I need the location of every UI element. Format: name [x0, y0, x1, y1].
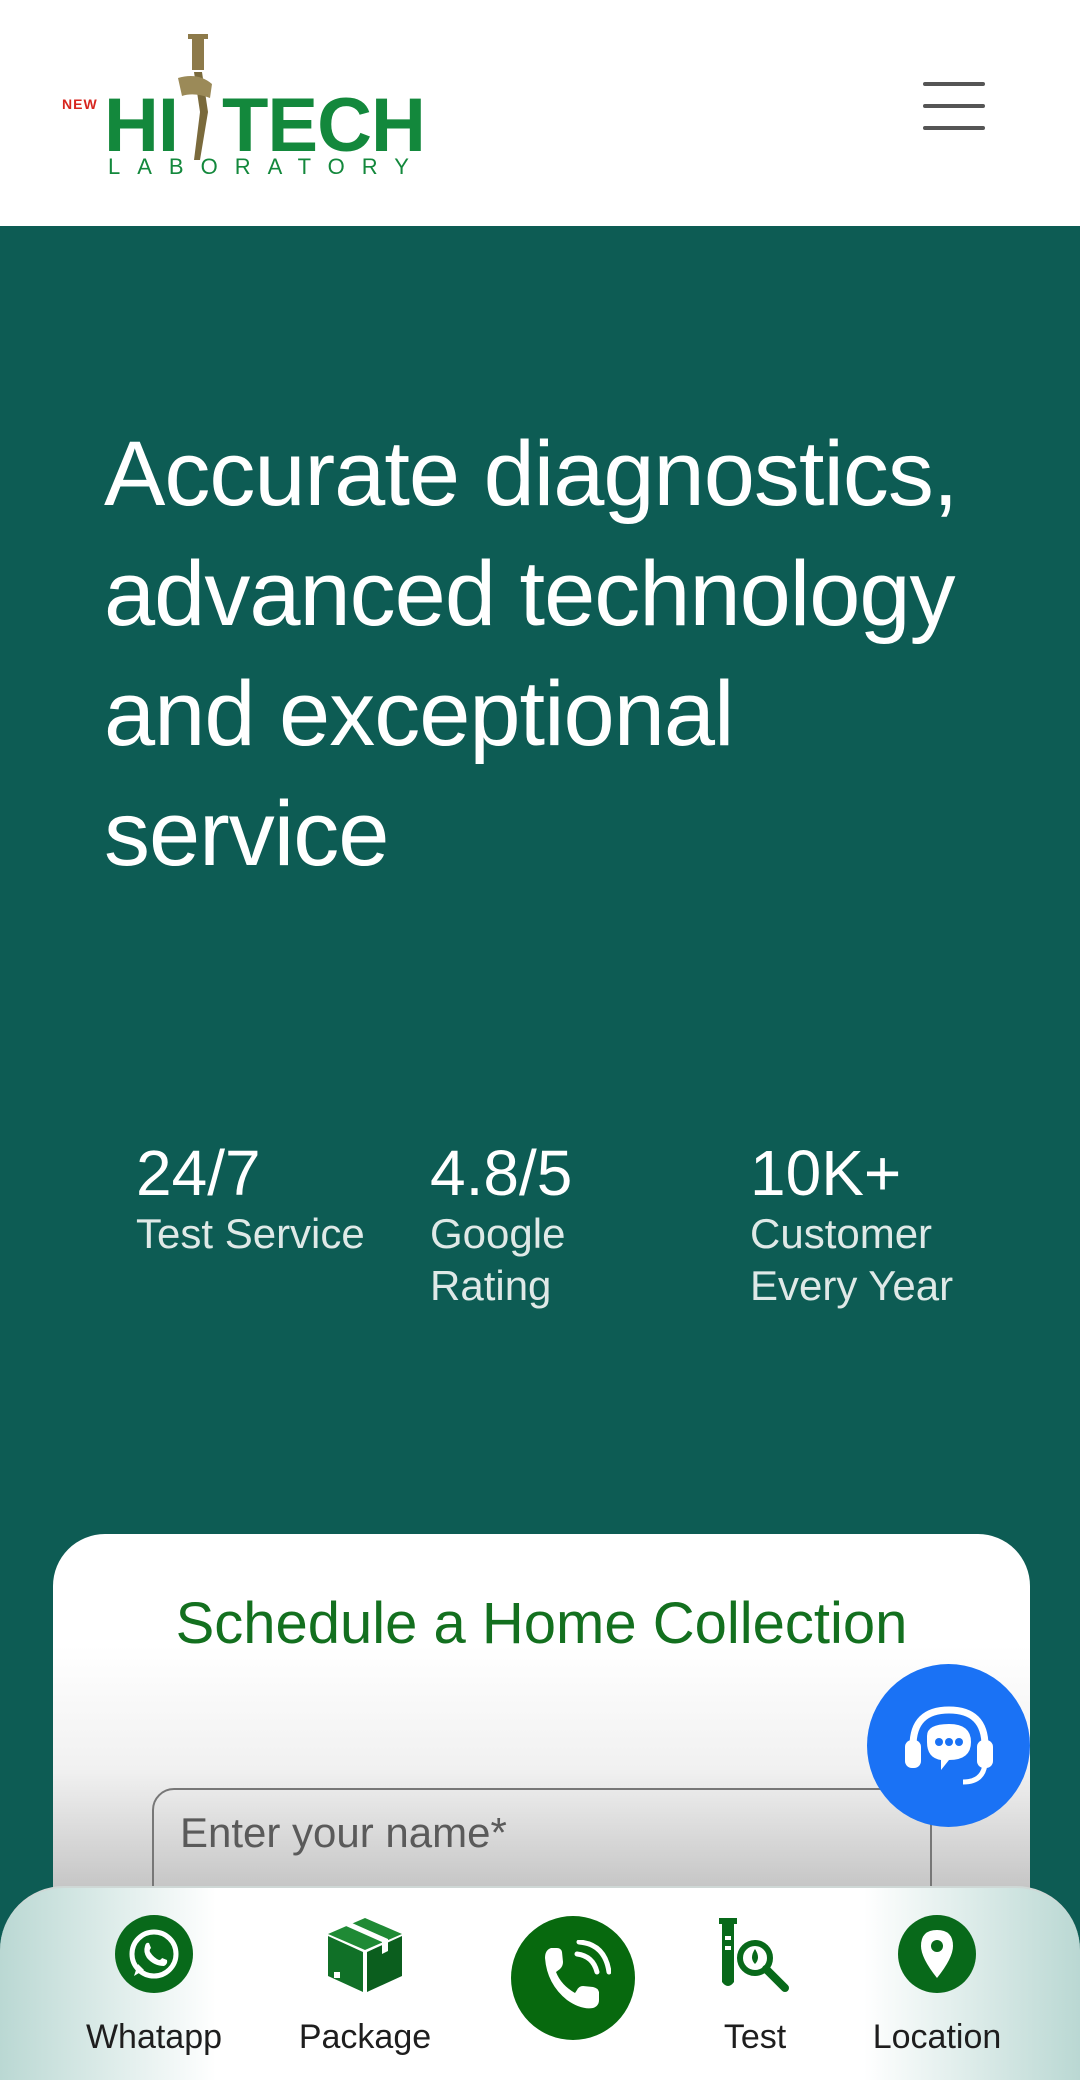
- support-chat-icon: [905, 1706, 993, 1785]
- hamburger-menu-icon[interactable]: [915, 76, 993, 136]
- location-pin-icon: [898, 1915, 976, 1993]
- nav-test[interactable]: Test: [690, 1888, 820, 2080]
- hitech-logo[interactable]: NEW HI TECH LABORATORY: [60, 30, 426, 190]
- nav-label: Package: [298, 2018, 432, 2056]
- stat-value: 10K+: [750, 1137, 902, 1209]
- whatsapp-icon: [115, 1915, 193, 1993]
- stat-value: 4.8/5: [430, 1137, 573, 1209]
- stat-label: Customer Every Year: [750, 1210, 954, 1309]
- nav-location[interactable]: Location: [865, 1888, 1009, 2080]
- stat-google-rating: 4.8/5 Google Rating: [430, 1138, 690, 1312]
- logo-tech-text: TECH: [222, 83, 426, 168]
- site-header: NEW HI TECH LABORATORY: [0, 0, 1080, 226]
- stat-label: Test Service: [136, 1210, 365, 1257]
- phone-call-icon: [545, 1940, 611, 2009]
- hero-title: Accurate diagnostics, advanced technolog…: [104, 423, 958, 885]
- support-chat-button[interactable]: [867, 1664, 1030, 1827]
- call-button[interactable]: [511, 1916, 635, 2040]
- logo-new-text: NEW: [62, 96, 98, 112]
- form-title: Schedule a Home Collection: [175, 1591, 908, 1656]
- logo-laboratory-text: LABORATORY: [108, 154, 426, 179]
- test-tube-search-icon: [719, 1918, 789, 1992]
- package-box-icon: [328, 1918, 402, 1992]
- stat-test-service: 24/7 Test Service: [136, 1138, 396, 1260]
- nav-label: Whatapp: [85, 2018, 223, 2056]
- nav-package[interactable]: Package: [290, 1888, 440, 2080]
- nav-whatsapp[interactable]: Whatapp: [74, 1888, 234, 2080]
- nav-label: Test: [723, 2018, 787, 2056]
- nav-label: Location: [872, 2018, 1002, 2056]
- stat-customers: 10K+ Customer Every Year: [750, 1138, 1010, 1312]
- stat-value: 24/7: [136, 1137, 261, 1209]
- stat-label: Google Rating: [430, 1210, 566, 1309]
